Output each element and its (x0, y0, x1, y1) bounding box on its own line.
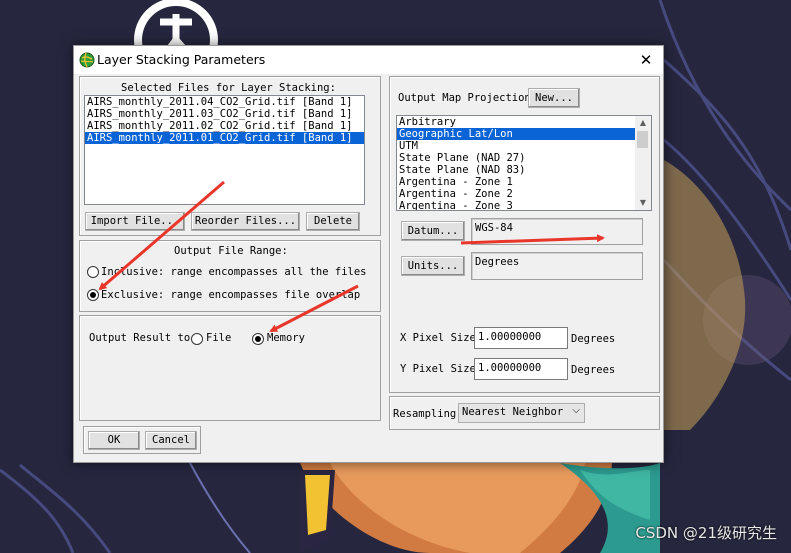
projection-list[interactable]: Arbitrary Geographic Lat/Lon UTM State P… (396, 115, 652, 211)
x-pixel-size-unit: Degrees (571, 333, 616, 345)
inclusive-radio[interactable] (87, 266, 99, 278)
y-pixel-size-label: Y Pixel Size (400, 363, 476, 375)
output-map-projection-label: Output Map Projection (398, 92, 531, 104)
file-list-item[interactable]: AIRS_monthly_2011.02_CO2_Grid.tif [Band … (85, 120, 364, 132)
csdn-watermark: CSDN @21级研究生 (635, 524, 777, 542)
footer-button-panel: OK Cancel (83, 426, 201, 454)
inclusive-label[interactable]: Inclusive: range encompasses all the fil… (101, 266, 367, 278)
resampling-panel: Resampling Nearest Neighbor ⌵ (389, 396, 660, 430)
layer-stacking-dialog: Layer Stacking Parameters ✕ Selected Fil… (73, 45, 664, 463)
scroll-down-arrow-icon[interactable]: ▼ (635, 196, 651, 210)
exclusive-label[interactable]: Exclusive: range encompasses file overla… (101, 289, 360, 301)
projection-list-item[interactable]: UTM (397, 140, 635, 152)
resampling-selected-value: Nearest Neighbor (462, 406, 564, 418)
file-list-item[interactable]: AIRS_monthly_2011.04_CO2_Grid.tif [Band … (85, 96, 364, 108)
selected-files-panel: Selected Files for Layer Stacking: AIRS_… (79, 76, 381, 236)
memory-radio-label[interactable]: Memory (267, 332, 305, 344)
title-bar: Layer Stacking Parameters ✕ (74, 46, 663, 74)
new-projection-button[interactable]: New... (528, 88, 580, 108)
projection-list-item-selected[interactable]: Geographic Lat/Lon (397, 128, 635, 140)
ok-button[interactable]: OK (88, 431, 140, 450)
chevron-down-icon: ⌵ (572, 405, 580, 416)
scroll-up-arrow-icon[interactable]: ▲ (635, 116, 651, 130)
resampling-label: Resampling (393, 408, 457, 420)
projection-list-item[interactable]: State Plane (NAD 83) (397, 164, 635, 176)
datum-value: WGS-84 (471, 218, 643, 245)
scroll-thumb[interactable] (637, 131, 648, 148)
projection-panel: Output Map Projection New... Arbitrary G… (389, 76, 660, 393)
datum-button[interactable]: Datum... (401, 221, 465, 241)
file-radio[interactable] (191, 333, 203, 345)
units-button[interactable]: Units... (401, 256, 465, 276)
projection-list-scrollbar[interactable]: ▲ ▼ (635, 116, 651, 210)
output-file-range-panel: Output File Range: Inclusive: range enco… (79, 240, 381, 312)
delete-button[interactable]: Delete (306, 212, 360, 231)
cancel-button[interactable]: Cancel (145, 431, 197, 450)
projection-list-item[interactable]: Argentina - Zone 2 (397, 188, 635, 200)
selected-files-list[interactable]: AIRS_monthly_2011.04_CO2_Grid.tif [Band … (84, 95, 365, 205)
file-list-item-selected[interactable]: AIRS_monthly_2011.01_CO2_Grid.tif [Band … (85, 132, 364, 144)
app-globe-icon (79, 52, 95, 68)
projection-list-item[interactable]: Arbitrary (397, 116, 635, 128)
resampling-select[interactable]: Nearest Neighbor ⌵ (458, 403, 585, 423)
memory-radio[interactable] (252, 333, 264, 345)
window-title: Layer Stacking Parameters (97, 52, 266, 67)
output-file-range-heading: Output File Range: (174, 245, 288, 257)
import-file-button[interactable]: Import File... (85, 212, 185, 231)
projection-list-item[interactable]: State Plane (NAD 27) (397, 152, 635, 164)
output-result-label: Output Result to (89, 332, 191, 344)
x-pixel-size-input[interactable]: 1.00000000 (474, 327, 568, 349)
x-pixel-size-label: X Pixel Size (400, 332, 476, 344)
projection-list-item[interactable]: Argentina - Zone 3 (397, 200, 635, 210)
reorder-files-button[interactable]: Reorder Files... (191, 212, 300, 231)
selected-files-heading: Selected Files for Layer Stacking: (121, 82, 336, 94)
y-pixel-size-input[interactable]: 1.00000000 (474, 358, 568, 380)
file-list-item[interactable]: AIRS_monthly_2011.03_CO2_Grid.tif [Band … (85, 108, 364, 120)
close-button[interactable]: ✕ (629, 46, 663, 74)
y-pixel-size-unit: Degrees (571, 364, 616, 376)
exclusive-radio[interactable] (87, 289, 99, 301)
file-radio-label[interactable]: File (206, 332, 231, 344)
units-value: Degrees (471, 252, 643, 280)
output-result-panel: Output Result to File Memory (79, 315, 381, 421)
projection-list-item[interactable]: Argentina - Zone 1 (397, 176, 635, 188)
